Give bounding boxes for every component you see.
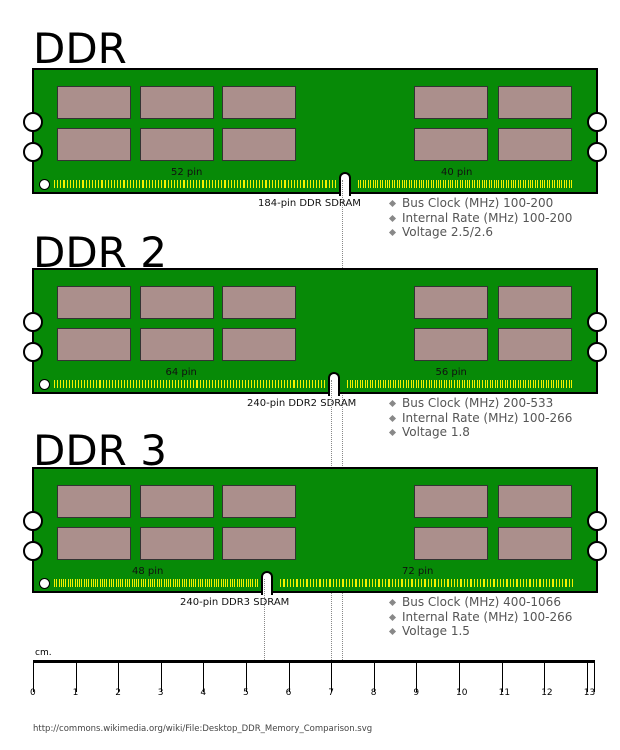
module-type-label: 184-pin DDR SDRAM [258,198,361,209]
memory-chip [414,328,488,361]
spec-item: Bus Clock (MHz) 400-1066 [390,595,572,610]
mounting-hole [39,179,50,190]
memory-chip [140,485,214,518]
side-notch [23,541,43,561]
pins-left [54,579,258,587]
memory-chip [498,328,572,361]
memory-chip [57,485,131,518]
module-title: DDR [33,24,127,73]
spec-item: Voltage 1.5 [390,624,572,639]
spec-item: Bus Clock (MHz) 200-533 [390,396,572,411]
memory-chip [498,286,572,319]
mounting-hole [39,578,50,589]
memory-chip [414,128,488,161]
memory-chip [140,128,214,161]
spec-item: Internal Rate (MHz) 100-200 [390,211,572,226]
spec-item: Internal Rate (MHz) 100-266 [390,411,572,426]
spec-list: Bus Clock (MHz) 100-200 Internal Rate (MH… [390,196,572,240]
memory-chip [140,328,214,361]
side-notch [23,511,43,531]
side-notch [587,511,607,531]
side-notch [587,312,607,332]
ruler-tick-label: 0 [30,688,36,698]
memory-chip [57,128,131,161]
side-notch [23,112,43,132]
right-pin-count: 40 pin [441,167,473,178]
key-notch [339,172,351,196]
right-pin-count: 72 pin [402,566,434,577]
right-pin-count: 56 pin [435,367,467,378]
memory-chip [498,527,572,560]
memory-chip [57,527,131,560]
source-url: http://commons.wikimedia.org/wiki/File:D… [33,724,373,734]
memory-module: 64 pin 56 pin [23,268,607,396]
pins-right [358,180,574,188]
spec-item: Internal Rate (MHz) 100-266 [390,610,572,625]
ruler-tick-label: 12 [541,688,553,698]
left-pin-count: 64 pin [165,367,197,378]
memory-chip [498,485,572,518]
memory-chip [222,527,296,560]
memory-module: 52 pin 40 pin [23,68,607,196]
memory-chip [222,328,296,361]
pins-right [280,579,574,587]
spec-list: Bus Clock (MHz) 200-533 Internal Rate (MH… [390,396,572,440]
module-title: DDR 3 [33,426,167,475]
memory-chip [140,286,214,319]
ruler-end-tick [594,662,595,692]
side-notch [23,312,43,332]
ruler-tick-label: 4 [200,688,207,698]
side-notch [587,342,607,362]
pins-left [54,180,336,188]
ruler-tick-label: 7 [328,688,334,698]
memory-module: 48 pin 72 pin [23,467,607,595]
memory-chip [414,286,488,319]
module-type-label: 240-pin DDR2 SDRAM [247,398,357,409]
memory-chip [57,328,131,361]
ruler-unit: cm. [35,648,52,658]
memory-chip [222,485,296,518]
spec-list: Bus Clock (MHz) 400-1066 Internal Rate (M… [390,595,572,639]
ruler-tick-label: 10 [456,688,468,698]
memory-chip [498,86,572,119]
memory-chip [414,86,488,119]
memory-chip [140,86,214,119]
side-notch [587,142,607,162]
side-notch [587,541,607,561]
memory-chip [57,86,131,119]
ruler-tick-label: 8 [370,688,377,698]
left-pin-count: 48 pin [132,566,164,577]
spec-item: Voltage 1.8 [390,425,572,440]
memory-chip [414,527,488,560]
ruler-tick-label: 1 [72,688,79,698]
memory-chip [222,128,296,161]
ruler-tick-label: 9 [413,688,420,698]
side-notch [23,342,43,362]
module-type-label: 240-pin DDR3 SDRAM [180,597,290,608]
memory-chip [414,485,488,518]
memory-chip [222,286,296,319]
notch-guide-line [264,579,265,660]
spec-item: Bus Clock (MHz) 100-200 [390,196,572,211]
key-notch [328,372,340,396]
side-notch [587,112,607,132]
ruler-tick-label: 3 [157,688,164,698]
mounting-hole [39,379,50,390]
ruler-tick-label: 5 [243,688,249,698]
ruler-tick-label: 2 [115,688,121,698]
key-notch [261,571,273,595]
memory-chip [140,527,214,560]
side-notch [23,142,43,162]
memory-chip [222,86,296,119]
pins-right [347,380,574,388]
spec-item: Voltage 2.5/2.6 [390,225,572,240]
memory-chip [498,128,572,161]
pins-left [54,380,325,388]
ruler-tick-label: 11 [498,688,511,698]
memory-chip [57,286,131,319]
ruler-tick-label: 6 [285,688,292,698]
left-pin-count: 52 pin [171,167,203,178]
